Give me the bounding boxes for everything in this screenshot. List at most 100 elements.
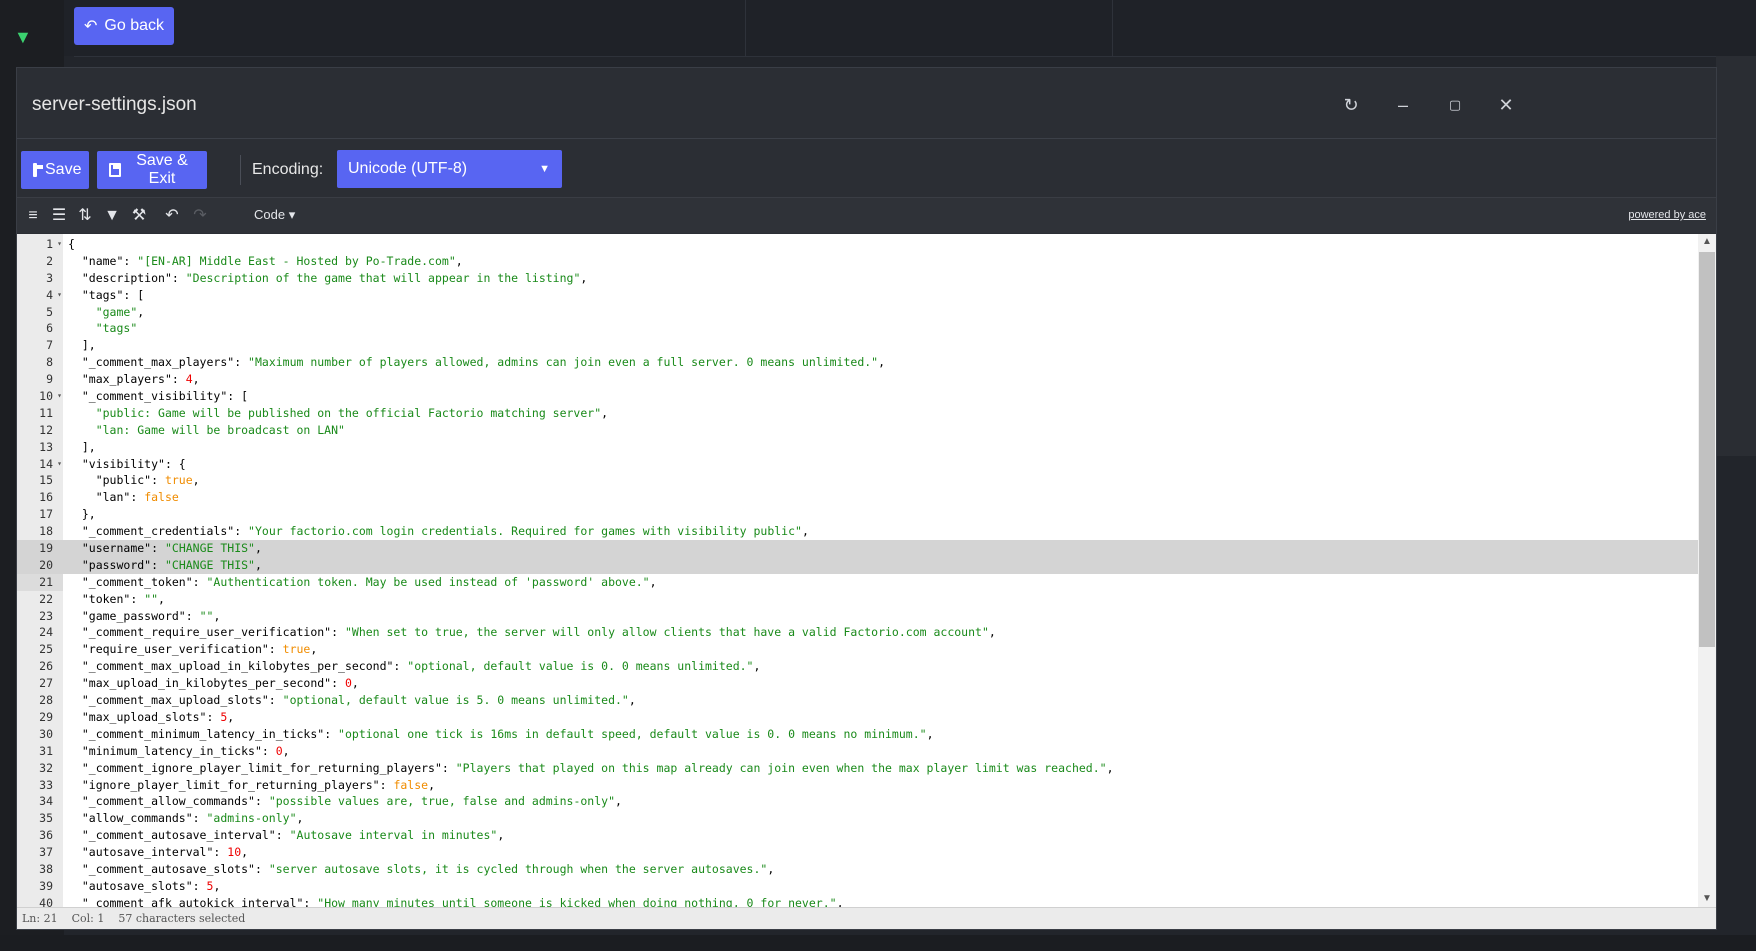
fold-arrow-icon[interactable]: ▾ — [57, 287, 62, 304]
code-line[interactable]: 8 "_comment_max_players": "Maximum numbe… — [17, 354, 1698, 371]
code-line[interactable]: 2 "name": "[EN-AR] Middle East - Hosted … — [17, 253, 1698, 270]
code-line[interactable]: 27 "max_upload_in_kilobytes_per_second":… — [17, 675, 1698, 692]
code-line[interactable]: 14 ▾ "visibility": { — [17, 456, 1698, 473]
code-line[interactable]: 35 "allow_commands": "admins-only", — [17, 810, 1698, 827]
line-number: 2 — [46, 253, 53, 268]
go-back-button[interactable]: ↶ Go back — [74, 7, 174, 45]
code-line[interactable]: 25 "require_user_verification": true, — [17, 641, 1698, 658]
code-line[interactable]: 36 "_comment_autosave_interval": "Autosa… — [17, 827, 1698, 844]
toolbar-divider — [240, 155, 241, 185]
code-text: "game", — [95, 304, 145, 319]
code-text: "name": "[EN-AR] Middle East - Hosted by… — [81, 253, 463, 268]
code-text: "allow_commands": "admins-only", — [81, 811, 304, 826]
code-text: "lan: Game will be broadcast on LAN" — [95, 422, 345, 437]
code-line[interactable]: 1 ▾ { — [17, 236, 1698, 253]
code-line[interactable]: 34 "_comment_allow_commands": "possible … — [17, 793, 1698, 810]
scroll-up-icon[interactable]: ▲ — [1698, 234, 1716, 250]
code-line[interactable]: 40 "_comment_afk_autokick_interval": "Ho… — [17, 895, 1698, 907]
line-number: 11 — [39, 405, 53, 420]
code-text: "public: Game will be published on the o… — [95, 405, 609, 420]
code-line[interactable]: 30 "_comment_minimum_latency_in_ticks": … — [17, 726, 1698, 743]
code-line[interactable]: 21 "_comment_token": "Authentication tok… — [17, 573, 1698, 591]
minimize-icon[interactable]: – — [1392, 94, 1414, 116]
caret-down-icon: ▼ — [539, 163, 550, 175]
line-number: 28 — [39, 693, 53, 708]
line-number: 22 — [39, 591, 53, 606]
encoding-select[interactable]: Unicode (UTF-8) ▼ — [337, 150, 562, 188]
code-text: "_comment_autosave_interval": "Autosave … — [81, 828, 505, 843]
compact-icon[interactable]: ☰ — [49, 206, 69, 226]
code-line[interactable]: 20 "password": "CHANGE THIS", — [17, 556, 1698, 574]
code-line[interactable]: 38 "_comment_autosave_slots": "server au… — [17, 861, 1698, 878]
code-editor[interactable]: 1 ▾ {2 "name": "[EN-AR] Middle East - Host… — [17, 234, 1716, 907]
line-number: 33 — [39, 777, 53, 792]
fold-arrow-icon[interactable]: ▾ — [57, 388, 62, 405]
save-exit-button[interactable]: Save & Exit — [97, 151, 207, 189]
code-line[interactable]: 15 "public": true, — [17, 472, 1698, 489]
code-line[interactable]: 18 "_comment_credentials": "Your factori… — [17, 523, 1698, 540]
code-line[interactable]: 3 "description": "Description of the gam… — [17, 270, 1698, 287]
code-line[interactable]: 22 "token": "", — [17, 591, 1698, 608]
line-number: 25 — [39, 642, 53, 657]
floppy-icon — [109, 163, 121, 177]
line-number: 23 — [39, 608, 53, 623]
code-text: "require_user_verification": true, — [81, 642, 318, 657]
code-line[interactable]: 33 "ignore_player_limit_for_returning_pl… — [17, 777, 1698, 794]
back-arrow-icon: ↶ — [84, 18, 98, 35]
code-line[interactable]: 16 "lan": false — [17, 489, 1698, 506]
scroll-down-icon[interactable]: ▼ — [1698, 891, 1716, 907]
code-line[interactable]: 19 "username": "CHANGE THIS", — [17, 540, 1698, 557]
undo-icon[interactable]: ↶ — [162, 206, 182, 226]
code-line[interactable]: 37 "autosave_interval": 10, — [17, 844, 1698, 861]
line-number: 17 — [39, 507, 53, 522]
code-line[interactable]: 23 "game_password": "", — [17, 608, 1698, 625]
save-exit-label: Save & Exit — [136, 152, 188, 187]
code-line[interactable]: 26 "_comment_max_upload_in_kilobytes_per… — [17, 658, 1698, 675]
selection-count: 57 characters selected — [118, 912, 246, 925]
vertical-scrollbar[interactable]: ▲ ▼ — [1698, 234, 1716, 907]
code-text: "autosave_slots": 5, — [81, 878, 221, 893]
code-line[interactable]: 7 ], — [17, 337, 1698, 354]
line-number: 37 — [39, 845, 53, 860]
code-text: "_comment_max_upload_slots": "optional, … — [81, 693, 636, 708]
code-line[interactable]: 28 "_comment_max_upload_slots": "optiona… — [17, 692, 1698, 709]
code-text: "max_players": 4, — [81, 372, 200, 387]
code-line[interactable]: 6 "tags" — [17, 320, 1698, 337]
fold-arrow-icon[interactable]: ▾ — [57, 236, 62, 253]
code-line[interactable]: 12 "lan: Game will be broadcast on LAN" — [17, 422, 1698, 439]
code-line[interactable]: 17 }, — [17, 506, 1698, 523]
code-line[interactable]: 39 "autosave_slots": 5, — [17, 878, 1698, 895]
close-icon[interactable]: ✕ — [1495, 94, 1517, 116]
code-line[interactable]: 9 "max_players": 4, — [17, 371, 1698, 388]
redo-icon: ↷ — [193, 207, 207, 224]
encoding-label: Encoding: — [252, 161, 324, 178]
line-number: 8 — [46, 355, 53, 370]
code-line[interactable]: 24 "_comment_require_user_verification":… — [17, 624, 1698, 641]
code-line[interactable]: 11 "public: Game will be published on th… — [17, 405, 1698, 422]
code-line[interactable]: 31 "minimum_latency_in_ticks": 0, — [17, 743, 1698, 760]
code-line[interactable]: 10 ▾ "_comment_visibility": [ — [17, 388, 1698, 405]
format-icon[interactable]: ≡ — [23, 206, 43, 226]
maximize-icon[interactable]: ▢ — [1444, 94, 1466, 116]
code-line[interactable]: 29 "max_upload_slots": 5, — [17, 709, 1698, 726]
filter-icon[interactable]: ▼ — [102, 206, 122, 226]
code-text: "game_password": "", — [81, 608, 221, 623]
refresh-icon[interactable]: ↻ — [1340, 94, 1362, 116]
code-text: { — [68, 237, 75, 251]
code-line[interactable]: 4 ▾ "tags": [ — [17, 287, 1698, 304]
mode-select[interactable]: Code ▾ — [254, 207, 295, 223]
sort-icon[interactable]: ⇅ — [75, 206, 95, 226]
code-line[interactable]: 13 ], — [17, 439, 1698, 456]
line-number: 24 — [39, 625, 53, 640]
line-number: 5 — [46, 304, 53, 319]
save-button[interactable]: Save — [21, 151, 89, 189]
powered-by-ace-link[interactable]: powered by ace — [1628, 209, 1706, 221]
page-divider — [74, 56, 1756, 57]
scrollbar-thumb[interactable] — [1699, 252, 1715, 647]
code-line[interactable]: 5 "game", — [17, 304, 1698, 321]
wrench-icon[interactable]: ⚒ — [129, 206, 149, 226]
code-line[interactable]: 32 "_comment_ignore_player_limit_for_ret… — [17, 760, 1698, 777]
fold-arrow-icon[interactable]: ▾ — [57, 456, 62, 473]
line-number: 3 — [46, 270, 53, 285]
code-text: "max_upload_slots": 5, — [81, 709, 235, 724]
